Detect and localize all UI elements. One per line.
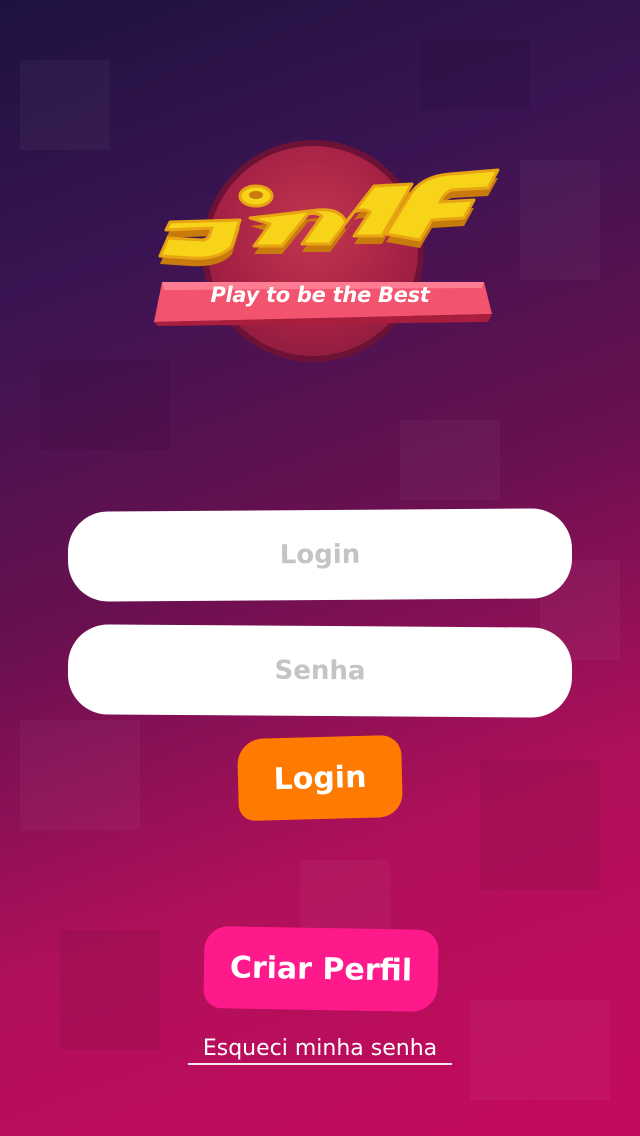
create-profile-button[interactable]: Criar Perfil [203, 925, 439, 1013]
forgot-password-link[interactable]: Esqueci minha senha [188, 1036, 452, 1065]
logo-tagline: Play to be the Best [210, 283, 430, 307]
create-profile-button-label: Criar Perfil [229, 949, 413, 989]
login-button-label: Login [273, 759, 367, 797]
password-input[interactable] [67, 624, 573, 718]
jmf-logo-mark [158, 168, 500, 267]
app-logo: Play to be the Best [140, 140, 500, 370]
login-button[interactable]: Login [236, 734, 404, 822]
login-input[interactable] [67, 508, 573, 602]
